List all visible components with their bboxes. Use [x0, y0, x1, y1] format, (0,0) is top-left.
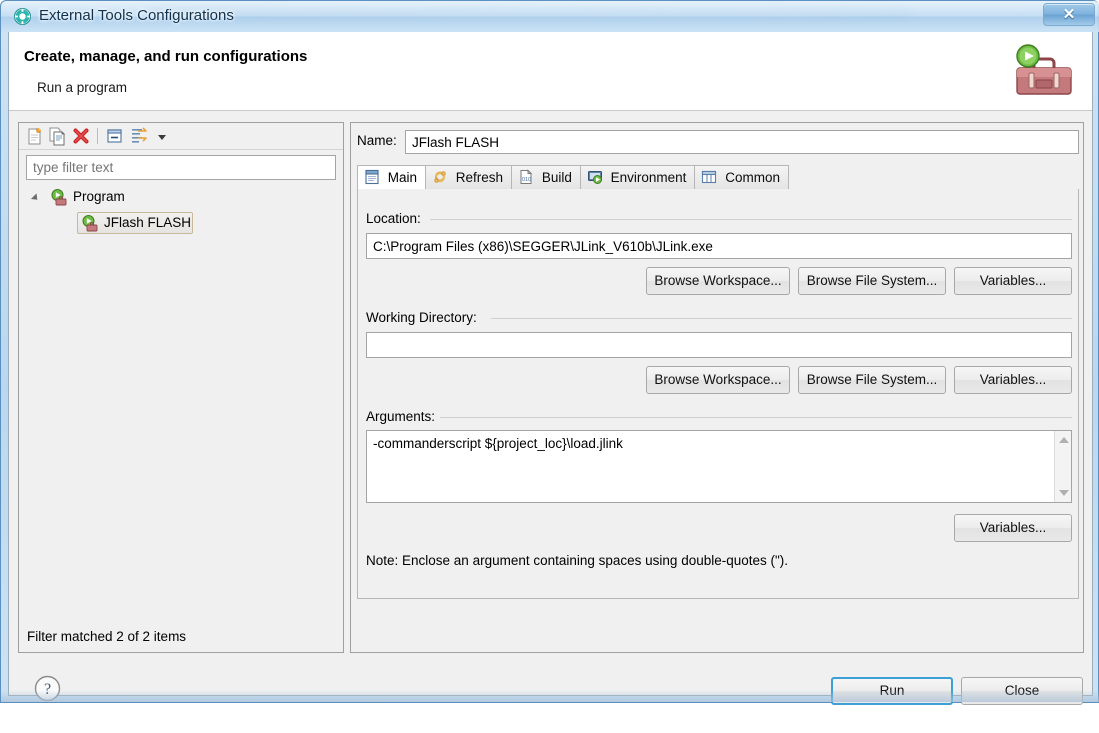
tab-build[interactable]: 010 Build: [511, 165, 581, 189]
main-tab-page: Location: Browse Workspace... Browse Fil…: [357, 189, 1079, 599]
arguments-textarea[interactable]: -commanderscript ${project_loc}\load.jli…: [366, 430, 1072, 503]
working-directory-label: Working Directory:: [366, 310, 482, 325]
toolbar-separator: [97, 128, 98, 144]
external-tools-icon: [14, 8, 31, 25]
page-subtitle: Run a program: [37, 80, 127, 95]
arguments-group-line: [440, 417, 1072, 418]
close-button[interactable]: Close: [961, 677, 1083, 705]
location-variables-button[interactable]: Variables...: [954, 267, 1072, 295]
tree-node-label: JFlash FLASH: [104, 211, 191, 235]
location-browse-workspace-button[interactable]: Browse Workspace...: [646, 267, 790, 295]
dialog-window: External Tools Configurations ✕ Create, …: [0, 0, 1099, 703]
environment-tab-icon: [587, 169, 603, 185]
tab-label: Environment: [611, 170, 687, 185]
working-directory-browse-file-system-button[interactable]: Browse File System...: [798, 366, 946, 394]
configuration-name-input[interactable]: [405, 130, 1079, 154]
launch-configurations-panel: Program JFlash FLASH Filter ma: [18, 122, 344, 653]
page-title: Create, manage, and run configurations: [24, 48, 307, 65]
location-group-line: [430, 219, 1072, 220]
common-tab-icon: [701, 169, 717, 185]
tab-environment[interactable]: Environment: [580, 165, 696, 189]
tree-node-jflash-flash[interactable]: JFlash FLASH: [21, 211, 341, 235]
name-label: Name:: [357, 133, 397, 148]
tab-label: Refresh: [456, 170, 503, 185]
dialog-header: Create, manage, and run configurations R…: [9, 32, 1092, 111]
filter-status-text: Filter matched 2 of 2 items: [27, 629, 186, 644]
expand-arrow-icon[interactable]: [31, 193, 40, 202]
working-directory-variables-button[interactable]: Variables...: [954, 366, 1072, 394]
dialog-client-area: Create, manage, and run configurations R…: [8, 32, 1093, 696]
location-browse-file-system-button[interactable]: Browse File System...: [798, 267, 946, 295]
tab-main[interactable]: Main: [357, 165, 426, 189]
window-title: External Tools Configurations: [39, 7, 234, 24]
program-launch-config-icon: [82, 215, 99, 240]
toolbox-with-run-icon: [1012, 40, 1076, 102]
close-icon: ✕: [1044, 4, 1094, 25]
arguments-variables-button[interactable]: Variables...: [954, 514, 1072, 542]
configuration-editor-panel: Name: Main: [350, 122, 1084, 653]
collapse-all-icon[interactable]: [105, 127, 125, 146]
tab-common[interactable]: Common: [694, 165, 789, 189]
working-directory-group-line: [491, 318, 1072, 319]
working-directory-input[interactable]: [366, 332, 1072, 358]
arguments-value: -commanderscript ${project_loc}\load.jli…: [373, 436, 623, 451]
tab-strip: Main Refresh: [357, 165, 1079, 189]
tab-refresh[interactable]: Refresh: [425, 165, 512, 189]
tab-label: Common: [725, 170, 780, 185]
arguments-label: Arguments:: [366, 409, 440, 424]
duplicate-configuration-icon[interactable]: [47, 127, 67, 146]
title-bar: External Tools Configurations ✕: [1, 1, 1099, 32]
tree-node-label: Program: [73, 185, 125, 209]
svg-text:010: 010: [522, 177, 531, 183]
main-tab-icon: [364, 169, 380, 185]
new-configuration-icon[interactable]: [25, 127, 45, 146]
scroll-up-arrow-icon[interactable]: [1055, 431, 1072, 448]
tree-node-program[interactable]: Program: [21, 185, 341, 209]
arguments-scrollbar[interactable]: [1054, 431, 1071, 502]
name-row: Name:: [357, 130, 1077, 154]
refresh-tab-icon: [432, 169, 448, 185]
help-question-icon[interactable]: ?: [31, 672, 64, 705]
run-button[interactable]: Run: [831, 677, 953, 705]
tab-label: Main: [388, 170, 417, 185]
scroll-down-arrow-icon[interactable]: [1055, 485, 1072, 502]
svg-text:?: ?: [44, 681, 51, 698]
filter-text-input[interactable]: [26, 155, 336, 180]
tab-label: Build: [542, 170, 572, 185]
filter-launch-configurations-icon[interactable]: [129, 127, 151, 146]
location-label: Location:: [366, 211, 426, 226]
view-menu-chevron-down-icon[interactable]: [155, 127, 169, 146]
close-window-button[interactable]: ✕: [1043, 3, 1095, 26]
working-directory-browse-workspace-button[interactable]: Browse Workspace...: [646, 366, 790, 394]
build-tab-icon: 010: [518, 169, 534, 185]
tree-toolbar: [19, 123, 343, 150]
location-input[interactable]: [366, 233, 1072, 259]
arguments-note: Note: Enclose an argument containing spa…: [366, 553, 788, 568]
configurations-tree[interactable]: Program JFlash FLASH: [21, 185, 341, 620]
delete-configuration-icon[interactable]: [71, 127, 91, 146]
